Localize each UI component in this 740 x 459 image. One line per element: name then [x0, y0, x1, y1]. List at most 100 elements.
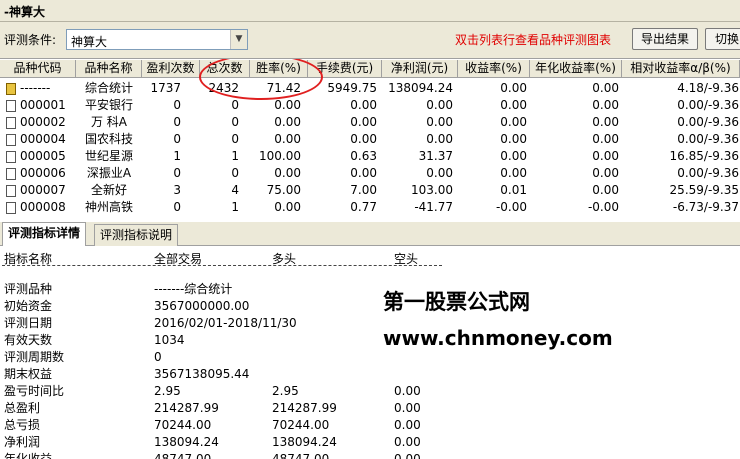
export-button[interactable]: 导出结果 [632, 28, 698, 50]
detail-row: 评测周期数 0 [0, 349, 740, 366]
col-header-name[interactable]: 品种名称 [76, 60, 142, 78]
cell-annual-return: -0.00 [587, 200, 619, 214]
metric-short: 0.00 [394, 384, 421, 398]
cell-total-count: 1 [231, 149, 239, 163]
metric-short: 0.00 [394, 401, 421, 415]
metric-all: 138094.24 [154, 435, 219, 449]
detail-row: 评测日期 2016/02/01-2018/11/30 [0, 315, 740, 332]
condition-bar: 评测条件: 神算大 ▼ 双击列表行查看品种评测图表 导出结果 切换 [0, 22, 740, 58]
metric-all: -------综合统计 [154, 282, 233, 296]
cell-net-profit: 0.00 [426, 115, 453, 129]
cell-net-profit: 0.00 [426, 166, 453, 180]
table-row[interactable]: 000005 世纪星源 1 1 100.00 0.63 31.37 0.00 0… [0, 148, 740, 165]
cell-net-profit: -41.77 [414, 200, 453, 214]
table-row[interactable]: 000007 全新好 3 4 75.00 7.00 103.00 0.01 0.… [0, 182, 740, 199]
cell-total-count: 1 [231, 200, 239, 214]
metric-short: 0.00 [394, 452, 421, 459]
col-header-return-rate[interactable]: 收益率(%) [458, 60, 530, 78]
metric-all: 2016/02/01-2018/11/30 [154, 316, 297, 330]
cell-annual-return: 0.00 [592, 115, 619, 129]
col-header-profit-count[interactable]: 盈利次数 [142, 60, 200, 78]
metric-name: 初始资金 [4, 299, 53, 313]
cell-name: 全新好 [90, 183, 127, 197]
tab-metric-explanation[interactable]: 评测指标说明 [94, 224, 179, 246]
detail-row: 总盈利 214287.99 214287.99 0.00 [0, 400, 740, 417]
results-table: 品种代码 品种名称 盈利次数 总次数 胜率(%) 手续费(元) 净利润(元) 收… [0, 58, 740, 215]
document-icon [6, 202, 16, 214]
metric-all: 70244.00 [154, 418, 212, 432]
table-row[interactable]: 000001 平安银行 0 0 0.00 0.00 0.00 0.00 0.00… [0, 97, 740, 114]
cell-relative: 4.18/-9.36 [677, 81, 739, 95]
cell-code: 000006 [20, 166, 66, 180]
table-row[interactable]: ------- 综合统计 1737 2432 71.42 5949.75 138… [0, 80, 740, 97]
cell-code: 000004 [20, 132, 66, 146]
table-row[interactable]: 000006 深振业A 0 0 0.00 0.00 0.00 0.00 0.00… [0, 165, 740, 182]
metric-all: 3567000000.00 [154, 299, 250, 313]
cell-total-count: 0 [231, 132, 239, 146]
cell-win-rate: 0.00 [274, 200, 301, 214]
window-title: -神算大 [4, 5, 45, 19]
document-icon [6, 134, 16, 146]
cell-annual-return: 0.00 [592, 149, 619, 163]
cell-win-rate: 0.00 [274, 132, 301, 146]
cell-name: 平安银行 [84, 98, 133, 112]
cell-name: 万 科A [90, 115, 128, 129]
cell-fee: 0.63 [350, 149, 377, 163]
col-header-relative[interactable]: 相对收益率α/β(%) [622, 60, 740, 78]
table-row[interactable]: 000004 国农科技 0 0 0.00 0.00 0.00 0.00 0.00… [0, 131, 740, 148]
col-header-net-profit[interactable]: 净利润(元) [382, 60, 458, 78]
document-icon [6, 168, 16, 180]
metric-name: 有效天数 [4, 333, 53, 347]
tab-metric-details[interactable]: 评测指标详情 [2, 222, 87, 247]
hint-text: 双击列表行查看品种评测图表 [455, 33, 612, 47]
cell-annual-return: 0.00 [592, 132, 619, 146]
cell-profit-count: 0 [173, 132, 181, 146]
cell-relative: 0.00/-9.36 [677, 166, 739, 180]
cell-relative: 0.00/-9.36 [677, 98, 739, 112]
cell-annual-return: 0.00 [592, 98, 619, 112]
cell-name: 神州高铁 [84, 200, 133, 214]
cell-fee: 0.00 [350, 132, 377, 146]
metric-name: 评测日期 [4, 316, 53, 330]
cell-total-count: 0 [231, 115, 239, 129]
cell-return-rate: 0.00 [500, 166, 527, 180]
metric-name: 评测周期数 [4, 350, 65, 364]
detail-row: 盈亏时间比 2.95 2.95 0.00 [0, 383, 740, 400]
switch-button[interactable]: 切换 [705, 28, 740, 50]
detail-row: 有效天数 1034 [0, 332, 740, 349]
detail-row: 净利润 138094.24 138094.24 0.00 [0, 434, 740, 451]
table-row[interactable]: 000002 万 科A 0 0 0.00 0.00 0.00 0.00 0.00… [0, 114, 740, 131]
cell-return-rate: 0.00 [500, 132, 527, 146]
cell-return-rate: 0.00 [500, 115, 527, 129]
cell-code: 000008 [20, 200, 66, 214]
cell-profit-count: 0 [173, 200, 181, 214]
metric-all: 0 [154, 350, 162, 364]
cell-name: 世纪星源 [84, 149, 133, 163]
metric-long: 48747.00 [272, 452, 330, 459]
document-icon [6, 100, 16, 112]
cell-code: 000007 [20, 183, 66, 197]
metric-short: 0.00 [394, 418, 421, 432]
cell-win-rate: 100.00 [259, 149, 301, 163]
metric-long: 138094.24 [272, 435, 337, 449]
metric-all: 2.95 [154, 384, 181, 398]
chevron-down-icon[interactable]: ▼ [230, 30, 247, 49]
cell-relative: 25.59/-9.35 [669, 183, 739, 197]
cell-return-rate: 0.00 [500, 98, 527, 112]
cell-win-rate: 0.00 [274, 166, 301, 180]
detail-row: 期末权益 3567138095.44 [0, 366, 740, 383]
col-header-code[interactable]: 品种代码 [0, 60, 76, 78]
cell-fee: 0.00 [350, 98, 377, 112]
cell-return-rate: -0.00 [495, 200, 527, 214]
watermark-url: www.chnmoney.com [383, 326, 613, 350]
col-header-annual-return[interactable]: 年化收益率(%) [530, 60, 622, 78]
table-row[interactable]: 000008 神州高铁 0 1 0.00 0.77 -41.77 -0.00 -… [0, 199, 740, 215]
metric-long: 214287.99 [272, 401, 337, 415]
metric-all: 1034 [154, 333, 185, 347]
condition-select[interactable]: 神算大 ▼ [66, 29, 248, 50]
folder-icon [6, 83, 16, 95]
document-icon [6, 117, 16, 129]
cell-fee: 0.77 [350, 200, 377, 214]
cell-annual-return: 0.00 [592, 183, 619, 197]
metric-all: 48747.00 [154, 452, 212, 459]
